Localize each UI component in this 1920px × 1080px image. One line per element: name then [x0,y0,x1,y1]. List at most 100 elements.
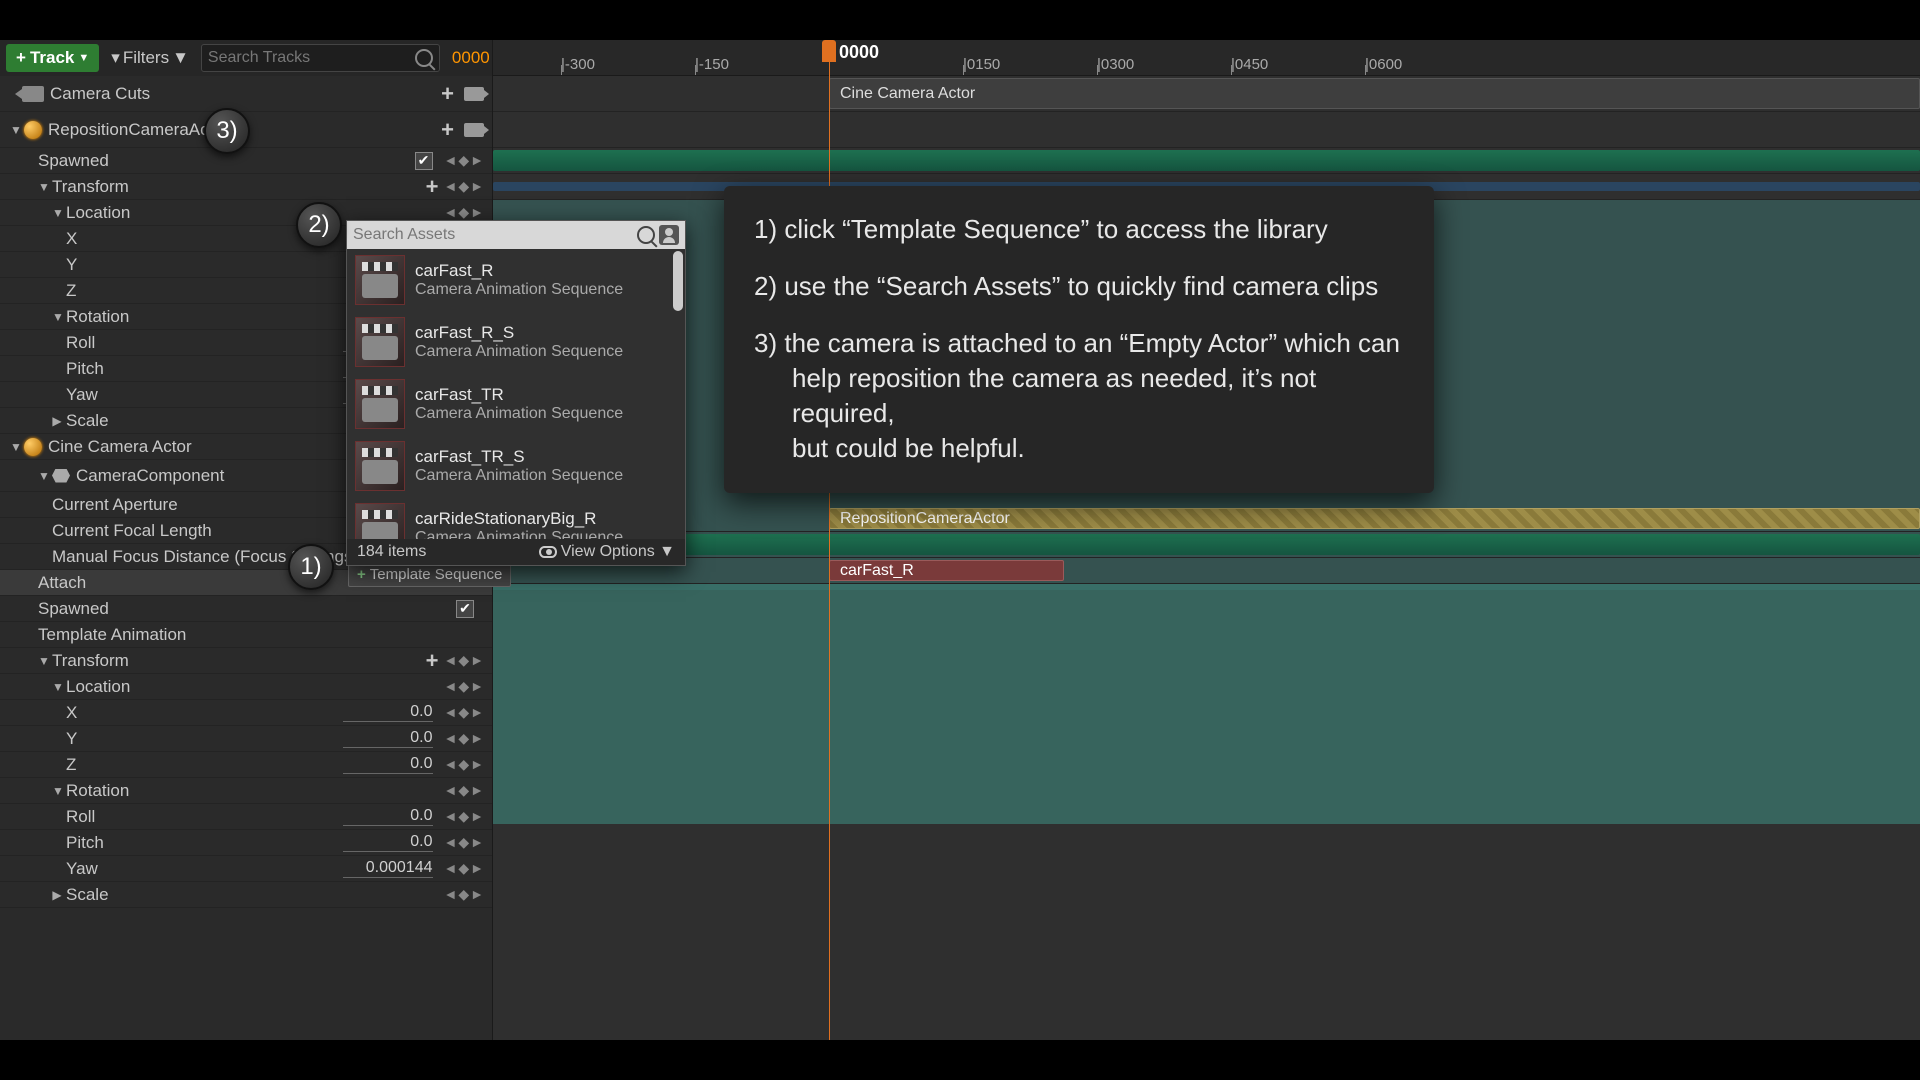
tl-row-attach[interactable]: RepositionCameraActor [493,506,1920,532]
track-label: Yaw [66,385,343,405]
track-label: Current Aperture [52,495,384,515]
asset-name: carFast_TR [415,385,623,405]
track-transform[interactable]: Transform + ◄◆► [0,174,492,200]
spawned-bar[interactable] [493,150,1920,171]
track-label: Camera Cuts [50,84,437,104]
user-filter-icon[interactable] [659,225,679,245]
asset-list[interactable]: carFast_RCamera Animation Sequence carFa… [347,249,685,539]
search-tracks-input[interactable] [208,49,415,67]
track-label: Z [66,755,343,775]
expand-toggle[interactable] [52,310,62,324]
expand-toggle[interactable] [38,654,48,668]
key-nav[interactable]: ◄◆► [443,782,485,799]
track-label: Current Focal Length [52,521,384,541]
timecode-display[interactable]: 0000 [446,48,496,68]
ruler-tick: | -150 [695,40,729,75]
expand-toggle[interactable] [38,469,48,483]
track-location-2[interactable]: Location◄◆► [0,674,492,700]
value[interactable]: 0.0 [343,755,433,774]
camera-cut-bar[interactable]: Cine Camera Actor [829,78,1920,109]
tl-row-spawned-2[interactable] [493,532,1920,558]
add-key-button[interactable]: + [422,648,443,674]
asset-item[interactable]: carFast_RCamera Animation Sequence [347,249,685,311]
track-yaw-2[interactable]: Yaw0.000144◄◆► [0,856,492,882]
filters-label: Filters [123,48,169,68]
key-nav[interactable]: ◄◆► [443,860,485,877]
add-section-button[interactable]: + [437,117,458,143]
spawned-checkbox[interactable] [456,600,474,618]
key-nav[interactable]: ◄◆► [443,178,485,195]
track-spawned-2[interactable]: Spawned [0,596,492,622]
value[interactable]: 0.0 [343,729,433,748]
track-label: Location [66,677,443,697]
add-section-button[interactable]: + [437,81,458,107]
value[interactable]: 0.000144 [343,859,433,878]
key-nav[interactable]: ◄◆► [443,808,485,825]
view-options-button[interactable]: View Options ▼ [539,543,675,561]
scrollbar[interactable] [673,251,683,311]
expand-toggle[interactable] [10,440,20,454]
lock-camera-icon[interactable] [464,123,484,137]
ruler-tick: | 0150 [963,40,1000,75]
tl-row-camera-cuts[interactable]: Cine Camera Actor [493,76,1920,112]
track-label: X [66,703,343,723]
ruler-tick: | 0450 [1231,40,1268,75]
key-nav[interactable]: ◄◆► [443,704,485,721]
teal-region-2 [493,584,1920,824]
attach-bar[interactable]: RepositionCameraActor [829,508,1920,529]
key-nav[interactable]: ◄◆► [443,152,485,169]
expand-toggle[interactable] [10,123,20,137]
tl-row-spawned[interactable] [493,148,1920,174]
track-roll-2[interactable]: Roll0.0◄◆► [0,804,492,830]
ruler-tick: | 0600 [1365,40,1402,75]
expand-toggle[interactable] [52,680,62,694]
filters-button[interactable]: ▾ Filters ▼ [105,44,195,72]
add-track-button[interactable]: + Track ▼ [6,44,99,72]
track-pitch-2[interactable]: Pitch0.0◄◆► [0,830,492,856]
expand-toggle[interactable] [52,414,62,428]
track-y-2[interactable]: Y0.0◄◆► [0,726,492,752]
key-nav[interactable]: ◄◆► [443,756,485,773]
add-key-button[interactable]: + [422,174,443,200]
time-ruler[interactable]: 0000 | -300 | -150 | 0150 | 0300 | 0450 … [493,40,1920,76]
key-nav[interactable]: ◄◆► [443,678,485,695]
expand-toggle[interactable] [52,206,62,220]
track-template-animation[interactable]: Template Animation [0,622,492,648]
tl-row-template-anim[interactable]: carFast_R [493,558,1920,584]
expand-toggle[interactable] [38,180,48,194]
chevron-down-icon: ▼ [172,48,189,68]
callout-badge-1: 1) [288,544,334,590]
search-tracks-field[interactable] [201,44,440,72]
asset-search-input[interactable] [353,226,637,244]
key-nav[interactable]: ◄◆► [443,730,485,747]
track-transform-2[interactable]: Transform+◄◆► [0,648,492,674]
value[interactable]: 0.0 [343,703,433,722]
track-scale-2[interactable]: Scale◄◆► [0,882,492,908]
key-nav[interactable]: ◄◆► [443,886,485,903]
callout-badge-2: 2) [296,202,342,248]
track-rotation-2[interactable]: Rotation◄◆► [0,778,492,804]
bar-label: carFast_R [840,562,914,580]
spawned-bar[interactable] [493,534,1920,555]
asset-item[interactable]: carRideStationaryBig_RCamera Animation S… [347,497,685,539]
expand-toggle[interactable] [52,784,62,798]
value[interactable]: 0.0 [343,807,433,826]
value[interactable]: 0.0 [343,833,433,852]
key-nav[interactable]: ◄◆► [443,204,485,221]
key-nav[interactable]: ◄◆► [443,652,485,669]
spawned-checkbox[interactable] [415,152,433,170]
track-spawned[interactable]: Spawned ◄◆► [0,148,492,174]
asset-item[interactable]: carFast_R_SCamera Animation Sequence [347,311,685,373]
camera-icon [22,86,44,102]
clip-bar[interactable]: carFast_R [829,560,1064,581]
lock-camera-icon[interactable] [464,87,484,101]
expand-toggle[interactable] [52,888,62,902]
asset-item[interactable]: carFast_TR_SCamera Animation Sequence [347,435,685,497]
callout-badge-3: 3) [204,108,250,154]
track-z-2[interactable]: Z0.0 ◄◆► [0,752,492,778]
track-camera-cuts[interactable]: Camera Cuts + [0,76,492,112]
asset-item[interactable]: carFast_TRCamera Animation Sequence [347,373,685,435]
key-nav[interactable]: ◄◆► [443,834,485,851]
tl-row-reposition[interactable] [493,112,1920,148]
track-x-2[interactable]: X0.0 ◄◆► [0,700,492,726]
